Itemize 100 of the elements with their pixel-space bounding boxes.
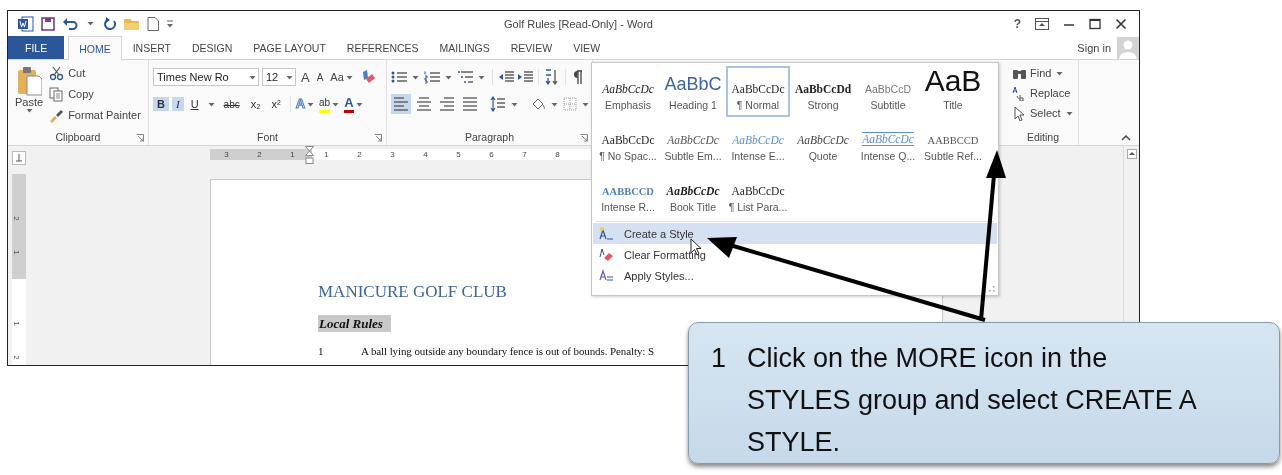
- align-right-icon[interactable]: [437, 94, 457, 114]
- format-button[interactable]: I: [171, 97, 184, 111]
- style-option[interactable]: AaBbCcDc Subtle Em...: [661, 117, 725, 168]
- ribbon-tab[interactable]: DESIGN: [182, 36, 243, 59]
- ruler-number: 1: [11, 250, 21, 255]
- style-option[interactable]: AaBbCcDc Book Title: [661, 168, 725, 219]
- ribbon-tab[interactable]: PAGE LAYOUT: [243, 36, 336, 59]
- menu-item[interactable]: Create a Style: [593, 223, 997, 244]
- ribbon-tab[interactable]: HOME: [68, 36, 122, 60]
- help-button[interactable]: ?: [1013, 16, 1021, 31]
- format-button[interactable]: B: [153, 97, 169, 111]
- style-option[interactable]: AaBbCcDc Intense E...: [726, 117, 790, 168]
- ruler-number: 8: [554, 149, 561, 160]
- style-option[interactable]: AaBbCcDc Intense Q...: [856, 117, 920, 168]
- pilcrow-icon[interactable]: [571, 69, 583, 85]
- style-option[interactable]: AaBbCcDd Strong: [791, 66, 855, 117]
- dialog-launcher-icon[interactable]: [580, 134, 588, 142]
- clipboard-command[interactable]: Copy: [49, 85, 141, 103]
- undo-icon[interactable]: [62, 16, 78, 31]
- style-option[interactable]: AABBCCD Subtle Ref...: [921, 117, 985, 168]
- maximize-icon[interactable]: [1089, 17, 1101, 30]
- caret-icon[interactable]: [412, 74, 419, 80]
- ruler-number: 7: [521, 149, 528, 160]
- increase-indent-icon[interactable]: [517, 70, 533, 84]
- line-spacing-icon[interactable]: [490, 96, 506, 112]
- word-logo-icon[interactable]: [18, 15, 34, 32]
- ribbon-tab[interactable]: MAILINGS: [429, 36, 500, 59]
- style-option[interactable]: AaB Title: [921, 66, 985, 117]
- ribbon-display-icon[interactable]: [1035, 17, 1049, 30]
- editing-command[interactable]: Find: [1012, 64, 1074, 82]
- ruler-number: 1: [289, 149, 296, 160]
- close-icon[interactable]: [1115, 17, 1127, 30]
- ribbon-tab[interactable]: VIEW: [563, 36, 611, 59]
- redo-icon[interactable]: [103, 16, 117, 31]
- group-label: Clipboard: [55, 131, 101, 143]
- sign-in-link[interactable]: Sign in: [1077, 41, 1111, 54]
- caret-icon[interactable]: [478, 74, 485, 80]
- caret-icon[interactable]: [511, 101, 518, 107]
- menu-item[interactable]: Clear Formatting: [593, 244, 997, 265]
- bullets-icon[interactable]: [391, 70, 407, 84]
- highlight-button[interactable]: ab: [319, 95, 342, 113]
- center-icon[interactable]: [414, 94, 434, 114]
- editing-command[interactable]: Select: [1012, 104, 1074, 122]
- style-preview: AaBbCcDc: [797, 134, 849, 146]
- caret-icon[interactable]: [87, 21, 94, 26]
- style-preview: AABBCCD: [602, 186, 654, 197]
- numbering-icon[interactable]: [424, 70, 440, 84]
- collapse-ribbon-icon[interactable]: [1121, 134, 1131, 141]
- caret-icon[interactable]: [445, 74, 452, 80]
- style-option[interactable]: AaBbCcDc ¶ No Spac...: [596, 117, 660, 168]
- save-icon[interactable]: [41, 16, 55, 31]
- decrease-indent-icon[interactable]: [498, 70, 514, 84]
- shrink-font-button[interactable]: A: [314, 71, 326, 83]
- ribbon-tab[interactable]: REVIEW: [500, 36, 563, 59]
- style-preview: AaBbCcDc: [666, 185, 720, 197]
- style-option[interactable]: AaBbC Heading 1: [661, 66, 725, 117]
- editing-command[interactable]: Replace: [1012, 84, 1074, 102]
- indent-marker-icon[interactable]: [305, 146, 314, 164]
- font-color-button[interactable]: A: [344, 95, 365, 113]
- caret-icon[interactable]: [551, 101, 558, 107]
- format-button[interactable]: x²: [267, 97, 285, 111]
- scroll-up-icon[interactable]: [1126, 149, 1137, 159]
- style-name: Book Title: [669, 201, 717, 213]
- style-name: Subtle Ref...: [924, 150, 982, 162]
- style-option[interactable]: AaBbCcD Subtitle: [856, 66, 920, 117]
- format-button[interactable]: abc: [219, 97, 244, 111]
- format-button[interactable]: x₂: [246, 97, 265, 111]
- paint-bucket-icon[interactable]: [530, 96, 546, 112]
- style-option[interactable]: AaBbCcDc ¶ Normal: [726, 66, 790, 117]
- multilevel-list-icon[interactable]: [457, 70, 473, 84]
- apply-styles-icon: [599, 268, 614, 283]
- align-left-icon[interactable]: [391, 94, 411, 114]
- font-name-field[interactable]: Times New Ro: [153, 68, 259, 86]
- dialog-launcher-icon[interactable]: [136, 134, 144, 142]
- format-button[interactable]: U: [186, 97, 203, 111]
- style-preview: AaBbCcDc: [731, 185, 785, 197]
- resize-grip-icon[interactable]: [989, 286, 995, 292]
- style-option[interactable]: AaBbCcDc ¶ List Para...: [726, 168, 790, 219]
- menu-item[interactable]: Apply Styles...: [593, 265, 997, 286]
- ribbon-tab[interactable]: INSERT: [122, 36, 181, 59]
- caret-icon[interactable]: [582, 101, 589, 107]
- justify-icon[interactable]: [460, 94, 480, 114]
- style-option[interactable]: AABBCCD Intense R...: [596, 168, 660, 219]
- ribbon-tab[interactable]: REFERENCES: [336, 36, 429, 59]
- style-option[interactable]: AaBbCcDc Quote: [791, 117, 855, 168]
- ribbon-tab[interactable]: FILE: [8, 36, 65, 59]
- dialog-launcher-icon[interactable]: [374, 134, 382, 142]
- change-case-button[interactable]: Aa: [328, 71, 357, 83]
- grow-font-button[interactable]: A: [299, 69, 312, 85]
- ruler-number: 1: [323, 149, 330, 160]
- sort-icon[interactable]: [544, 69, 560, 85]
- customize-menu-icon[interactable]: [166, 19, 174, 28]
- new-document-icon[interactable]: [147, 16, 159, 31]
- caret-icon[interactable]: [207, 101, 215, 107]
- clipboard-command[interactable]: Cut: [49, 64, 141, 82]
- paste-button[interactable]: Paste: [12, 64, 47, 129]
- clipboard-command[interactable]: Format Painter: [49, 106, 141, 124]
- caret-icon: [1065, 110, 1073, 116]
- style-option[interactable]: AaBbCcDc Emphasis: [596, 66, 660, 117]
- font-size-field[interactable]: 12: [262, 68, 296, 86]
